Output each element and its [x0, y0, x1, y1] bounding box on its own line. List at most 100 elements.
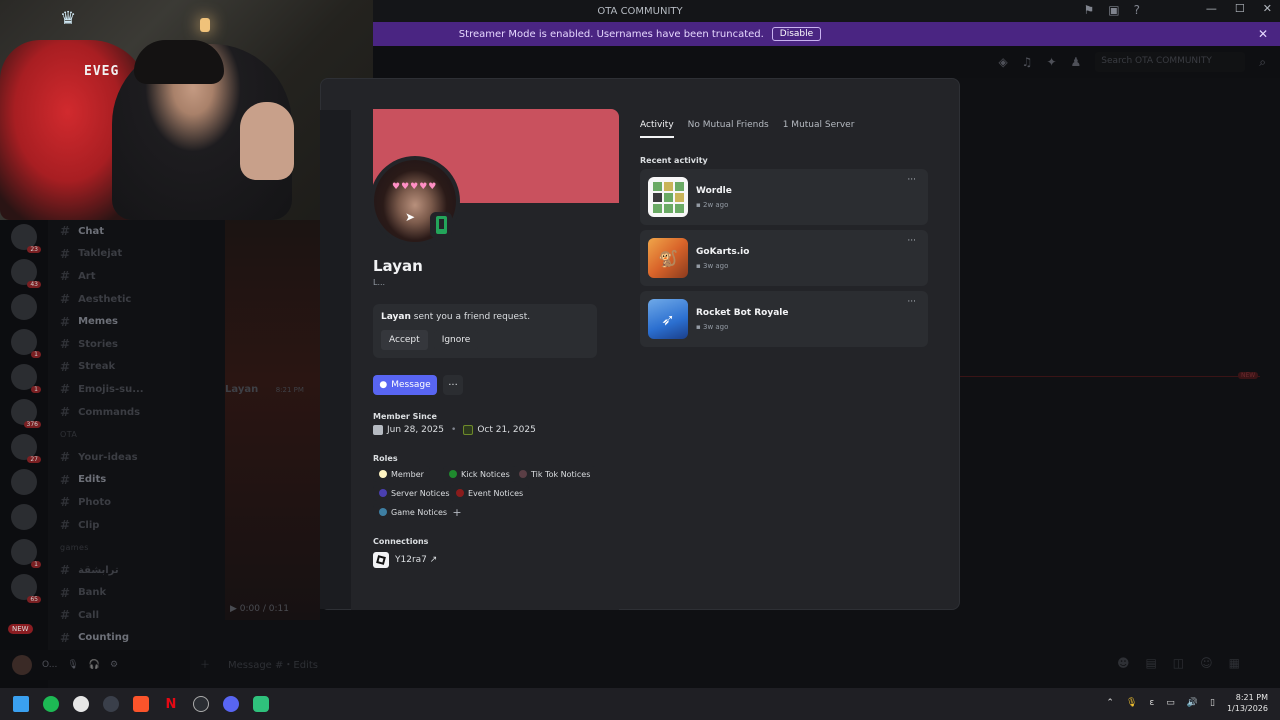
channel-item[interactable]: # Your-ideas — [48, 446, 190, 469]
app-icon[interactable] — [186, 689, 216, 719]
inbox-search-icon[interactable]: ⌕ — [1259, 55, 1266, 70]
message-button[interactable]: ● Message — [373, 375, 437, 395]
screen-icon[interactable]: ▣ — [1108, 3, 1119, 17]
server-icon[interactable] — [11, 469, 37, 495]
chat-bubble-icon: ● — [379, 380, 388, 390]
monitor-icon[interactable]: ▭ — [1166, 698, 1175, 708]
role-chip[interactable]: Member — [373, 466, 430, 482]
mic-tray-icon[interactable]: 🎙 — [1126, 698, 1137, 708]
server-icon[interactable]: 43 — [11, 259, 41, 288]
message-input[interactable]: Message #・Edits — [228, 656, 318, 671]
channel-item[interactable]: # Aesthetic — [48, 288, 190, 311]
role-chip[interactable]: Kick Notices — [443, 466, 516, 482]
search-input[interactable]: Search OTA COMMUNITY — [1095, 52, 1246, 72]
gift-icon[interactable]: ☻ — [1117, 656, 1130, 670]
gear-icon[interactable]: ⚙ — [110, 660, 118, 670]
role-chip[interactable]: Tik Tok Notices — [513, 466, 597, 482]
channel-label: Emojis-su... — [78, 383, 144, 395]
channel-category[interactable]: games — [48, 536, 190, 559]
brave-icon[interactable] — [126, 689, 156, 719]
steam-icon[interactable] — [96, 689, 126, 719]
pin-icon[interactable]: ✦ — [1046, 55, 1056, 69]
video-player-controls[interactable]: ▶ 0:00 / 0:11 — [230, 604, 289, 614]
activity-more-icon[interactable]: ··· — [907, 297, 916, 307]
activity-more-icon[interactable]: ··· — [907, 175, 916, 185]
tab-activity[interactable]: Activity — [640, 120, 674, 138]
channel-item[interactable]: # Streak — [48, 356, 190, 379]
server-icon[interactable]: 376 — [11, 399, 41, 428]
channel-item[interactable]: # Call — [48, 604, 190, 627]
server-icon[interactable]: 27 — [11, 434, 41, 463]
author-name[interactable]: Layan — [225, 384, 258, 395]
mention-badge: 65 — [27, 596, 41, 603]
server-icon[interactable]: 65 — [11, 574, 41, 603]
channel-item[interactable]: # Photo — [48, 491, 190, 514]
channel-item[interactable]: # Counting — [48, 627, 190, 650]
start-button[interactable] — [6, 689, 36, 719]
add-role-button[interactable]: + — [450, 504, 464, 520]
activity-card[interactable]: 🐒 GoKarts.io ▪ 3w ago ··· — [640, 230, 928, 286]
tab-mutual-friends[interactable]: No Mutual Friends — [688, 120, 769, 138]
channel-item[interactable]: # Memes — [48, 310, 190, 333]
channel-item[interactable]: # Chat — [48, 220, 190, 243]
maximize-button[interactable]: ☐ — [1235, 2, 1245, 15]
minimize-button[interactable]: — — [1206, 2, 1217, 15]
close-banner-icon[interactable]: ✕ — [1258, 27, 1268, 41]
avatar[interactable] — [12, 655, 32, 675]
channel-item[interactable]: # Clip — [48, 514, 190, 537]
channel-item[interactable]: # Emojis-su... — [48, 378, 190, 401]
channel-item[interactable]: # Stories — [48, 333, 190, 356]
chevron-up-icon[interactable]: ⌃ — [1106, 698, 1114, 708]
bell-icon[interactable]: ♫ — [1022, 55, 1033, 69]
channel-item[interactable]: # Taklejat — [48, 243, 190, 266]
add-attachment-icon[interactable]: ＋ — [200, 656, 210, 671]
emoji-icon[interactable]: ☺ — [1200, 656, 1213, 670]
server-icon[interactable]: 1 — [11, 329, 41, 358]
role-chip[interactable]: Game Notices — [373, 504, 454, 520]
sticker-icon[interactable]: ◫ — [1173, 656, 1184, 670]
help-icon[interactable]: ? — [1134, 3, 1140, 17]
channel-item[interactable]: # ترابشقة — [48, 559, 190, 582]
activity-card[interactable]: ➶ Rocket Bot Royale ▪ 3w ago ··· — [640, 291, 928, 347]
server-icon[interactable]: 1 — [11, 364, 41, 393]
role-chip[interactable]: Server Notices — [373, 485, 456, 501]
server-icon[interactable] — [11, 294, 37, 320]
server-icon[interactable]: 23 — [11, 224, 41, 253]
close-window-button[interactable]: ✕ — [1263, 2, 1272, 15]
gif-icon[interactable]: ▤ — [1145, 656, 1156, 670]
server-icon[interactable]: 1 — [11, 539, 41, 568]
channel-item[interactable]: # Commands — [48, 401, 190, 424]
spotify-icon[interactable] — [36, 689, 66, 719]
language-indicator[interactable]: ε — [1149, 698, 1154, 708]
headphones-icon[interactable]: 🎧 — [89, 660, 100, 670]
threads-icon[interactable]: ◈ — [998, 55, 1007, 69]
mic-icon[interactable]: 🎙 — [67, 660, 78, 670]
channel-item[interactable]: # Edits — [48, 469, 190, 492]
discord-icon[interactable] — [216, 689, 246, 719]
activity-card[interactable]: Wordle ▪ 2w ago ··· — [640, 169, 928, 225]
video-embed[interactable] — [225, 220, 320, 620]
inbox-icon[interactable]: ⚑ — [1084, 3, 1095, 17]
members-icon[interactable]: ♟ — [1071, 55, 1082, 69]
disable-streamer-button[interactable]: Disable — [771, 27, 822, 41]
mention-badge: 43 — [27, 281, 41, 288]
activity-more-icon[interactable]: ··· — [907, 236, 916, 246]
obs-icon[interactable] — [66, 689, 96, 719]
volume-icon[interactable]: 🔊 — [1187, 698, 1198, 708]
channel-category[interactable]: OTA — [48, 423, 190, 446]
accept-button[interactable]: Accept — [381, 330, 428, 350]
channel-item[interactable]: # Bank — [48, 582, 190, 605]
tab-mutual-servers[interactable]: 1 Mutual Server — [783, 120, 855, 138]
roblox-connection[interactable]: Y12ra7 ↗ — [373, 552, 437, 568]
netflix-icon[interactable]: N — [156, 689, 186, 719]
more-options-button[interactable]: ··· — [443, 375, 463, 395]
battery-icon[interactable]: ▯ — [1210, 698, 1215, 708]
apps-icon[interactable]: ▦ — [1229, 656, 1240, 670]
clock[interactable]: 8:21 PM 1/13/2026 — [1227, 692, 1268, 714]
role-chip[interactable]: Event Notices — [450, 485, 530, 501]
server-icon[interactable] — [11, 504, 37, 530]
ignore-button[interactable]: Ignore — [433, 330, 479, 350]
chat-app-icon[interactable] — [246, 689, 276, 719]
modal-left-strip — [320, 110, 351, 609]
channel-item[interactable]: # Art — [48, 265, 190, 288]
